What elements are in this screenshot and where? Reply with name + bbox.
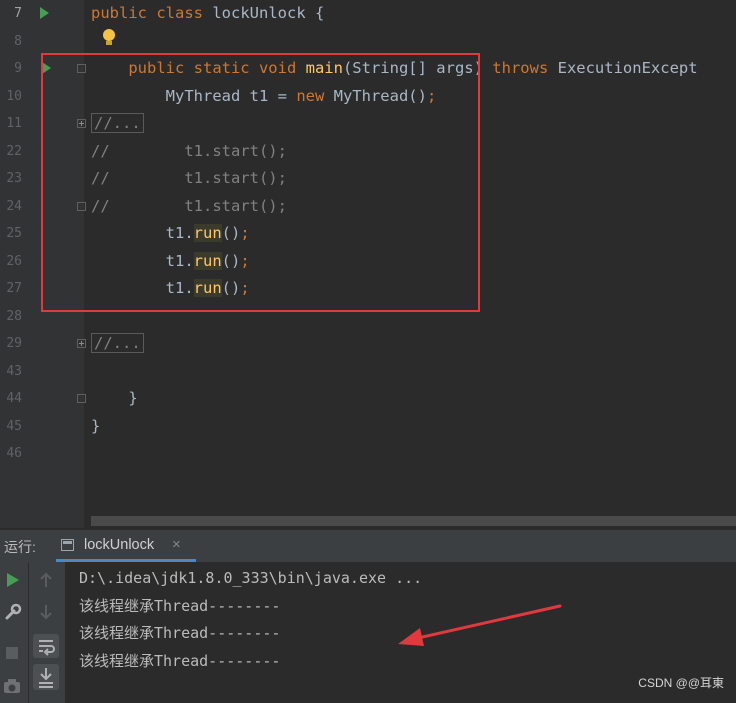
fold-expand-icon[interactable] xyxy=(77,339,86,348)
lightbulb-icon[interactable] xyxy=(103,29,115,45)
line-number: 46 xyxy=(6,446,22,461)
line-number: 10 xyxy=(6,88,22,104)
soft-wrap-icon xyxy=(39,640,55,656)
console-output-line: 该线程继承Thread-------- xyxy=(79,597,281,615)
scroll-to-end-icon xyxy=(39,668,53,688)
code-line[interactable]: 44 } xyxy=(0,385,736,412)
code-line[interactable]: 45} xyxy=(0,413,736,440)
run-toolbar xyxy=(0,562,28,703)
code-token: } xyxy=(91,416,101,435)
arrow-up-icon[interactable] xyxy=(39,572,53,588)
line-number: 8 xyxy=(14,33,22,49)
console-tab-icon xyxy=(61,539,74,551)
highlight-box xyxy=(41,53,480,312)
watermark: CSDN @@耳東 xyxy=(638,676,724,690)
camera-icon[interactable] xyxy=(3,678,21,694)
line-number: 23 xyxy=(6,171,22,186)
code-token: throws xyxy=(492,59,558,77)
code-text[interactable]: //... xyxy=(91,330,144,357)
line-number: 22 xyxy=(6,143,22,159)
code-token: } xyxy=(91,389,138,407)
line-number: 45 xyxy=(6,418,22,434)
rerun-icon[interactable] xyxy=(5,572,21,588)
code-token: lockUnlock { xyxy=(212,4,325,22)
line-number: 7 xyxy=(14,6,22,21)
line-number: 9 xyxy=(14,61,22,76)
line-number: 29 xyxy=(6,336,22,351)
code-text[interactable]: } xyxy=(91,385,138,412)
run-label: 运行: xyxy=(4,539,36,555)
console-output-line: 该线程继承Thread-------- xyxy=(79,652,281,670)
stop-icon[interactable] xyxy=(5,646,19,660)
close-icon[interactable]: × xyxy=(172,536,181,553)
code-line[interactable]: 29 //... xyxy=(0,330,736,357)
fold-icon[interactable] xyxy=(77,394,86,403)
code-line[interactable]: 43 xyxy=(0,358,736,385)
code-token: public class xyxy=(91,4,213,22)
soft-wrap-button[interactable] xyxy=(33,634,59,658)
horizontal-scrollbar[interactable] xyxy=(91,516,736,526)
console-command: D:\.idea\jdk1.8.0_333\bin\java.exe ... xyxy=(79,569,423,587)
code-editor[interactable]: 7 public class lockUnlock {8 9 public stat… xyxy=(0,0,736,528)
tab-label: lockUnlock xyxy=(84,537,155,553)
annotation-arrow xyxy=(398,604,562,646)
console-output-line: 该线程继承Thread-------- xyxy=(79,624,281,642)
line-number: 27 xyxy=(6,281,22,296)
line-number: 44 xyxy=(6,391,22,406)
line-number: 43 xyxy=(6,363,22,379)
console-panel: D:\.idea\jdk1.8.0_333\bin\java.exe ... 该… xyxy=(0,562,736,703)
line-number: 11 xyxy=(6,116,22,131)
code-line[interactable]: 46 xyxy=(0,440,736,467)
arrow-down-icon[interactable] xyxy=(39,604,53,620)
code-text[interactable]: } xyxy=(91,413,100,440)
code-token: //... xyxy=(91,333,144,353)
console-toolbar xyxy=(28,562,65,703)
run-gutter-icon[interactable] xyxy=(40,7,49,19)
code-token: ExecutionExcept xyxy=(557,59,698,77)
line-number: 25 xyxy=(6,226,22,241)
wrench-icon[interactable] xyxy=(4,603,22,621)
run-panel-header: 运行: lockUnlock × xyxy=(0,530,736,562)
scroll-to-end-button[interactable] xyxy=(33,664,59,690)
code-line[interactable]: 7 public class lockUnlock { xyxy=(0,0,736,27)
line-number: 28 xyxy=(6,308,22,324)
code-text[interactable]: public class lockUnlock { xyxy=(91,0,324,27)
line-number: 26 xyxy=(6,253,22,269)
line-number: 24 xyxy=(6,198,22,214)
tab-lockunlock[interactable]: lockUnlock × xyxy=(56,530,196,562)
